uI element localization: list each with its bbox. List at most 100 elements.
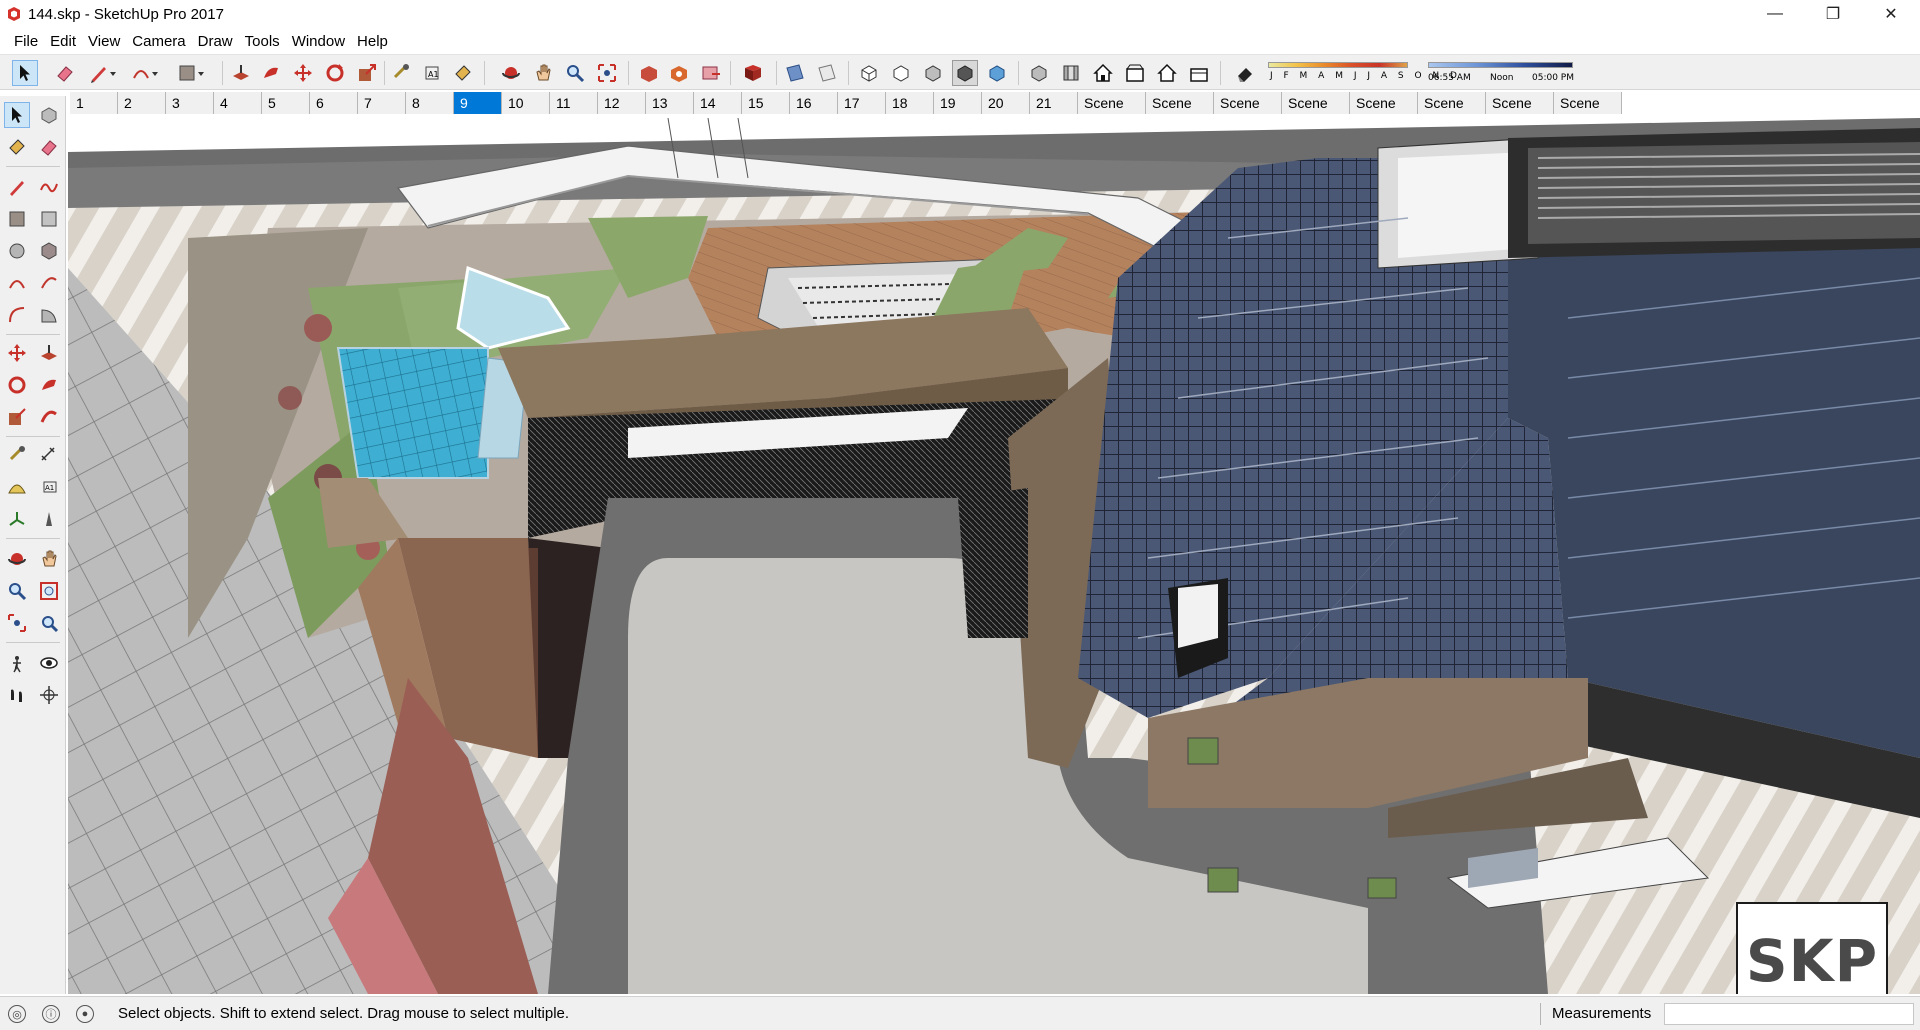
- menu-edit[interactable]: Edit: [44, 33, 82, 50]
- display-section-planes-icon[interactable]: [814, 60, 840, 86]
- walk-icon[interactable]: [4, 682, 30, 708]
- arc-dropdown-icon[interactable]: [148, 60, 162, 86]
- section-plane-left-icon[interactable]: [36, 682, 62, 708]
- scale-tool-icon[interactable]: [354, 60, 380, 86]
- tape-measure-tool-icon[interactable]: A1: [420, 60, 446, 86]
- menu-view[interactable]: View: [82, 33, 126, 50]
- scene-tab[interactable]: 6: [310, 92, 358, 114]
- menu-window[interactable]: Window: [286, 33, 351, 50]
- make-component-icon[interactable]: [36, 102, 62, 128]
- orbit-tool-icon[interactable]: [498, 60, 524, 86]
- menu-camera[interactable]: Camera: [126, 33, 191, 50]
- protractor-icon[interactable]: [4, 474, 30, 500]
- restore-button[interactable]: ❐: [1804, 0, 1862, 28]
- pan-icon[interactable]: [36, 546, 62, 572]
- freehand-icon[interactable]: [36, 174, 62, 200]
- geolocation-icon[interactable]: ◎: [8, 1005, 26, 1023]
- zoom-extents-left-icon[interactable]: [4, 610, 30, 636]
- rotated-rectangle-icon[interactable]: [36, 206, 62, 232]
- extension-manager-icon[interactable]: [740, 60, 766, 86]
- scene-tab[interactable]: 12: [598, 92, 646, 114]
- scene-tab[interactable]: Scene 28: [1486, 92, 1554, 133]
- scene-tab[interactable]: 17: [838, 92, 886, 114]
- push-pull-icon[interactable]: [36, 340, 62, 366]
- model-viewport[interactable]: SKP: [68, 118, 1920, 994]
- minimize-button[interactable]: —: [1746, 0, 1804, 28]
- two-point-arc-icon[interactable]: [36, 270, 62, 296]
- scene-tab[interactable]: 11: [550, 92, 598, 114]
- hidden-line-style-icon[interactable]: [920, 60, 946, 86]
- rotate-tool-icon[interactable]: [322, 60, 348, 86]
- scene-tab[interactable]: 9: [454, 92, 502, 114]
- scene-tab[interactable]: 10: [502, 92, 550, 114]
- paint-bucket-tool-icon[interactable]: [450, 60, 476, 86]
- tape-measure-icon[interactable]: [4, 442, 30, 468]
- right-view-icon[interactable]: [1122, 60, 1148, 86]
- scene-tab[interactable]: Scene 22: [1078, 92, 1146, 133]
- scene-tab[interactable]: 14: [694, 92, 742, 114]
- section-plane-icon[interactable]: [782, 60, 808, 86]
- time-slider[interactable]: [1428, 62, 1573, 68]
- iso-view-icon[interactable]: [1026, 60, 1052, 86]
- zoom-icon[interactable]: [4, 578, 30, 604]
- rotate-icon[interactable]: [4, 372, 30, 398]
- move-icon[interactable]: [4, 340, 30, 366]
- back-edges-style-icon[interactable]: [888, 60, 914, 86]
- pan-tool-icon[interactable]: [530, 60, 556, 86]
- eraser-icon[interactable]: [36, 134, 62, 160]
- offset-tool-icon[interactable]: [388, 60, 414, 86]
- shaded-textures-style-icon[interactable]: [984, 60, 1010, 86]
- scene-tab[interactable]: Scene 23: [1146, 92, 1214, 133]
- move-tool-icon[interactable]: [290, 60, 316, 86]
- left-view-icon[interactable]: [1186, 60, 1212, 86]
- front-view-icon[interactable]: [1090, 60, 1116, 86]
- 3d-text-icon[interactable]: [36, 506, 62, 532]
- back-view-icon[interactable]: [1154, 60, 1180, 86]
- date-slider[interactable]: [1268, 62, 1408, 68]
- scene-tab[interactable]: 19: [934, 92, 982, 114]
- scene-tab[interactable]: 18: [886, 92, 934, 114]
- line-icon[interactable]: [4, 174, 30, 200]
- zoom-extents-icon[interactable]: [594, 60, 620, 86]
- text-icon[interactable]: A1: [36, 474, 62, 500]
- scene-tab[interactable]: 1: [70, 92, 118, 114]
- shaded-style-icon[interactable]: [952, 60, 978, 86]
- orbit-icon[interactable]: [4, 546, 30, 572]
- xray-style-icon[interactable]: [856, 60, 882, 86]
- scene-tab[interactable]: 3: [166, 92, 214, 114]
- extension-warehouse-icon[interactable]: [666, 60, 692, 86]
- follow-me-tool-icon[interactable]: [258, 60, 284, 86]
- top-view-icon[interactable]: [1058, 60, 1084, 86]
- 3d-warehouse-icon[interactable]: [636, 60, 662, 86]
- offset-icon[interactable]: [36, 404, 62, 430]
- scene-tab[interactable]: Scene 26: [1350, 92, 1418, 133]
- pencil-dropdown-icon[interactable]: [106, 60, 120, 86]
- axes-icon[interactable]: [4, 506, 30, 532]
- scene-tab[interactable]: 2: [118, 92, 166, 114]
- scene-tab[interactable]: Scene 29: [1554, 92, 1622, 133]
- three-point-arc-icon[interactable]: [4, 302, 30, 328]
- scene-tab[interactable]: Scene 24: [1214, 92, 1282, 133]
- look-around-icon[interactable]: [36, 650, 62, 676]
- circle-icon[interactable]: [4, 238, 30, 264]
- previous-view-icon[interactable]: [36, 610, 62, 636]
- position-camera-icon[interactable]: [4, 650, 30, 676]
- menu-draw[interactable]: Draw: [192, 33, 239, 50]
- scene-tab[interactable]: 16: [790, 92, 838, 114]
- measurements-input[interactable]: [1664, 1003, 1914, 1025]
- menu-tools[interactable]: Tools: [239, 33, 286, 50]
- scene-tab[interactable]: 4: [214, 92, 262, 114]
- scene-tab[interactable]: 7: [358, 92, 406, 114]
- scene-tab[interactable]: Scene 25: [1282, 92, 1350, 133]
- scene-tab[interactable]: 21: [1030, 92, 1078, 114]
- zoom-tool-icon[interactable]: [562, 60, 588, 86]
- eraser-tool-icon[interactable]: [52, 60, 78, 86]
- scene-tab[interactable]: 15: [742, 92, 790, 114]
- follow-me-icon[interactable]: [36, 372, 62, 398]
- shape-dropdown-icon[interactable]: [194, 60, 208, 86]
- scene-tab[interactable]: 5: [262, 92, 310, 114]
- menu-file[interactable]: File: [8, 33, 44, 50]
- push-pull-tool-icon[interactable]: [228, 60, 254, 86]
- rectangle-icon[interactable]: [4, 206, 30, 232]
- scene-tab[interactable]: Scene 27: [1418, 92, 1486, 133]
